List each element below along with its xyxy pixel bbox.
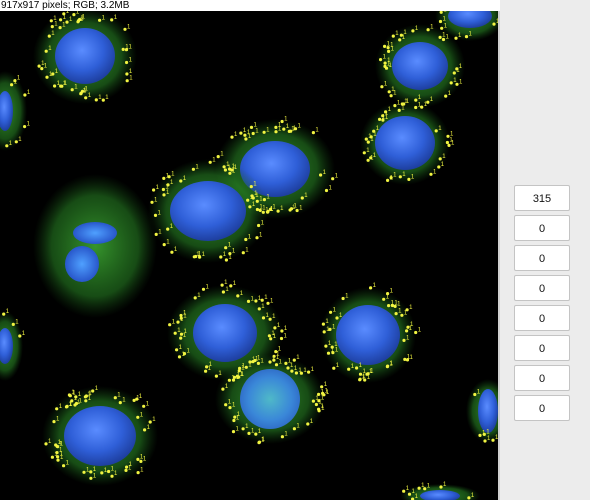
cell-nucleus [336, 305, 400, 365]
cell-nucleus [170, 181, 246, 241]
counter-field-3[interactable]: 0 [514, 245, 570, 271]
count-marker-label: 1 [496, 19, 498, 25]
counter-field-6[interactable]: 0 [514, 335, 570, 361]
counter-field-7[interactable]: 0 [514, 365, 570, 391]
cell-cytoplasm [33, 174, 157, 318]
counter-field-8[interactable]: 0 [514, 395, 570, 421]
image-canvas-frame[interactable]: 1111111111111111111111111111111111111111… [0, 11, 500, 500]
cell-nucleus [375, 116, 435, 170]
counter-field-4[interactable]: 0 [514, 275, 570, 301]
cell-nucleus [64, 406, 136, 466]
cell-nucleus [73, 222, 117, 244]
cell-nucleus [65, 246, 99, 282]
cell-nucleus [193, 304, 257, 362]
cell-nucleus [240, 369, 300, 429]
microscopy-image[interactable]: 1111111111111111111111111111111111111111… [0, 11, 498, 500]
image-info-text: 917x917 pixels; RGB; 3.2MB [0, 0, 501, 11]
counter-field-5[interactable]: 0 [514, 305, 570, 331]
counter-field-2[interactable]: 0 [514, 215, 570, 241]
count-marker-label: 1 [495, 435, 498, 441]
cell-nucleus [55, 28, 115, 84]
cell-nucleus [392, 42, 448, 90]
counter-field-1[interactable]: 315 [514, 185, 570, 211]
cell-nucleus [478, 389, 498, 433]
